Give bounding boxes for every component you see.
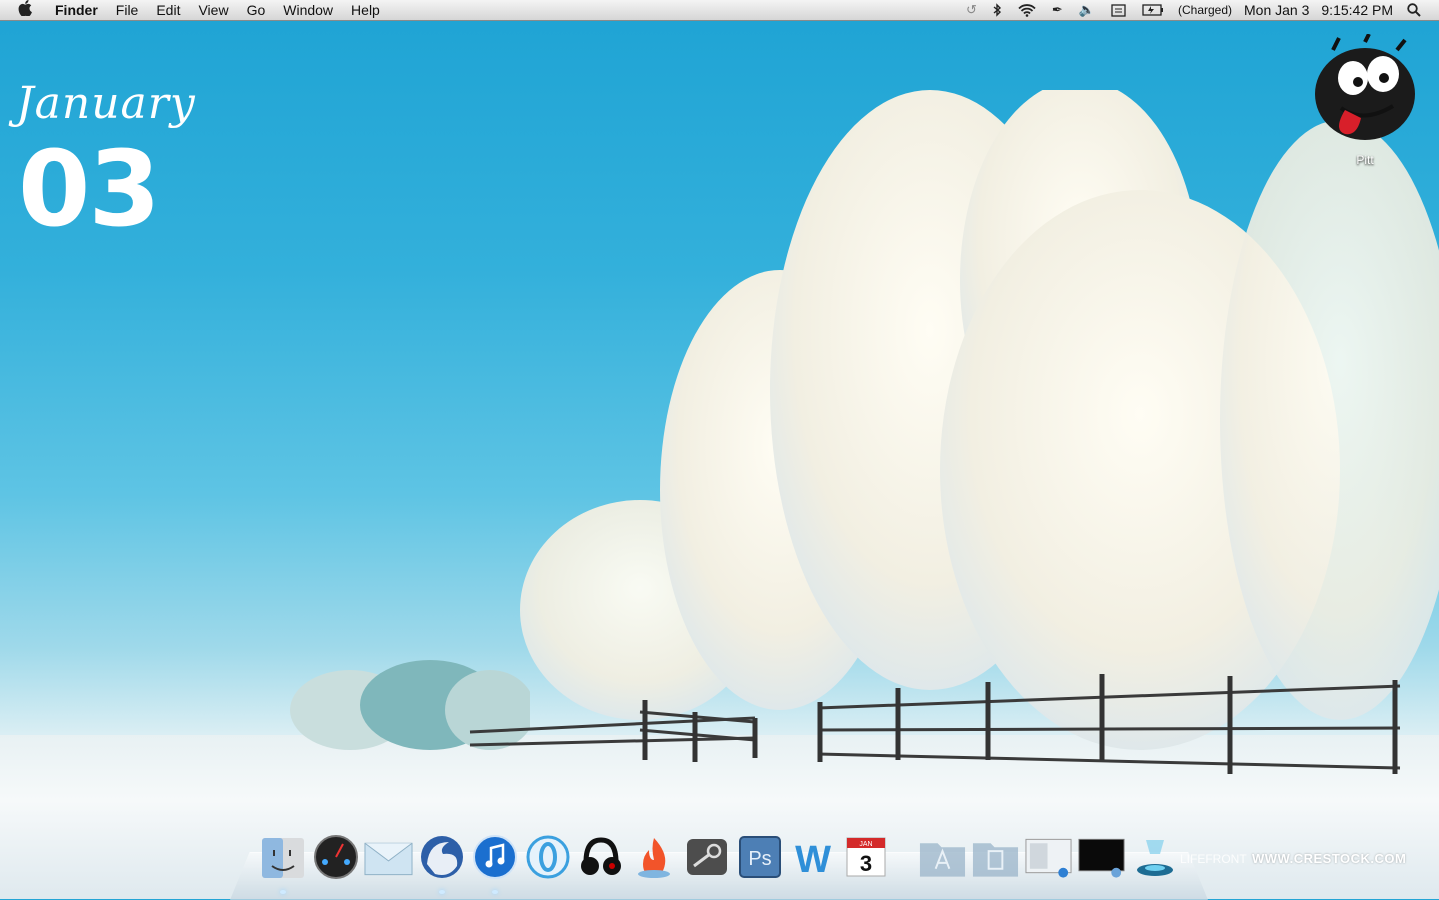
wallpaper-frosted-trees [520, 90, 1439, 750]
dock-item-burn[interactable] [629, 832, 678, 882]
menu-file[interactable]: File [107, 0, 148, 20]
apple-icon[interactable] [0, 0, 46, 21]
watermark-lifefront: LIFEFRONT [1180, 852, 1247, 866]
time-machine-icon[interactable]: ↺ [958, 2, 985, 18]
mail-icon [364, 842, 413, 876]
dock: Ps W JAN 3 [258, 832, 1179, 894]
opera-icon [526, 835, 569, 879]
menu-date[interactable]: Mon Jan 3 [1238, 2, 1315, 18]
dock-item-word[interactable]: W [788, 832, 837, 882]
dock-item-steam[interactable] [682, 832, 731, 882]
itunes-icon [472, 835, 517, 879]
menu-bar: Finder File Edit View Go Window Help ↺ ✒… [0, 0, 1439, 21]
input-menu-icon[interactable] [1103, 3, 1134, 17]
dock-item-front-row[interactable] [1130, 832, 1179, 882]
preview-icon [1025, 838, 1072, 878]
finder-icon [261, 838, 304, 878]
running-indicator [438, 890, 445, 894]
dock-item-preview-window[interactable] [1024, 832, 1073, 882]
menu-clock[interactable]: 9:15:42 PM [1315, 2, 1399, 18]
menu-go[interactable]: Go [238, 0, 275, 20]
menu-view[interactable]: View [189, 0, 237, 20]
wallpaper-wooden-fence [469, 674, 1401, 774]
firefox-icon [420, 836, 463, 878]
svg-text:3: 3 [859, 851, 871, 876]
burn-icon [637, 838, 670, 878]
date-widget-day: 03 [18, 128, 161, 250]
steam-icon [686, 839, 727, 875]
battery-icon[interactable] [1134, 4, 1172, 16]
menu-help[interactable]: Help [342, 0, 389, 20]
desktop-icon-pitt[interactable]: Pitt [1310, 33, 1420, 167]
dock-item-beats[interactable] [576, 832, 625, 882]
dock-item-firefox[interactable] [417, 832, 466, 894]
battery-status-text: (Charged) [1177, 3, 1233, 17]
dock-item-applications-stack[interactable] [918, 832, 967, 882]
running-indicator [279, 890, 286, 894]
documents-folder-icon [972, 843, 1019, 877]
word-icon: W [795, 839, 831, 880]
menu-window[interactable]: Window [274, 0, 342, 20]
dock-item-ical[interactable]: JAN 3 [841, 832, 890, 882]
dock-item-dashboard[interactable] [311, 832, 360, 882]
spotlight-search-icon[interactable] [1399, 3, 1429, 17]
dock-item-photoshop[interactable]: Ps [735, 832, 784, 882]
ical-icon: JAN 3 [846, 837, 885, 877]
headphones-icon [580, 837, 621, 875]
menu-app-finder[interactable]: Finder [46, 0, 107, 20]
running-indicator [491, 890, 498, 894]
dock-item-terminal-window[interactable] [1077, 832, 1126, 882]
dock-item-opera[interactable] [523, 832, 572, 882]
frontrow-icon [1136, 840, 1173, 876]
applications-folder-icon [919, 843, 966, 877]
dock-item-finder[interactable] [258, 832, 307, 894]
photoshop-icon: Ps [738, 836, 781, 878]
date-widget-month: January [16, 78, 196, 129]
dock-item-mail[interactable] [364, 832, 413, 882]
svg-text:JAN: JAN [859, 841, 872, 848]
dashboard-icon [313, 835, 358, 879]
terminal-icon [1078, 838, 1125, 878]
desktop-icon-label: Pitt [1356, 153, 1374, 167]
menu-edit[interactable]: Edit [147, 0, 189, 20]
svg-text:W: W [795, 839, 831, 880]
smiley-face-icon [1315, 33, 1415, 140]
dock-item-itunes[interactable] [470, 832, 519, 894]
wifi-icon[interactable] [1010, 3, 1044, 17]
bluetooth-icon[interactable] [985, 3, 1010, 17]
ink-pen-icon[interactable]: ✒ [1044, 2, 1071, 18]
watermark-crestock: WWW.CRESTOCK.COM [1252, 851, 1407, 866]
dock-item-documents-stack[interactable] [971, 832, 1020, 882]
volume-icon[interactable]: 🔈 [1071, 2, 1103, 18]
svg-text:Ps: Ps [748, 848, 771, 870]
